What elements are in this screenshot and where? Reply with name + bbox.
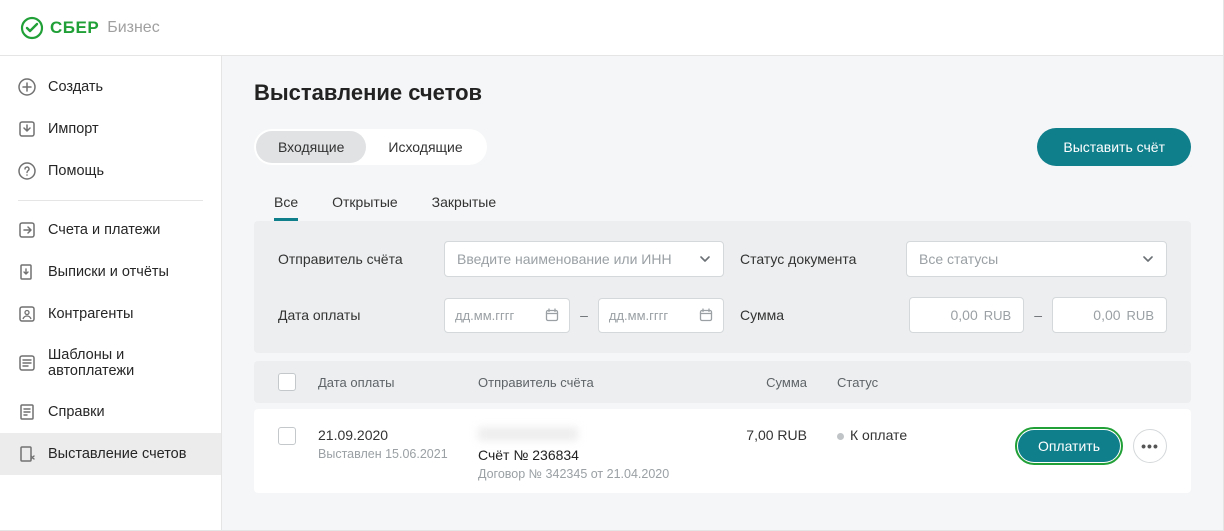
- sidebar-item-label: Выставление счетов: [48, 446, 186, 462]
- placeholder-text: 0,00: [1093, 307, 1120, 323]
- arrow-right-box-icon: [18, 221, 36, 239]
- column-sum: Сумма: [697, 375, 807, 390]
- table-row[interactable]: 21.09.2020 Выставлен 15.06.2021 Счёт № 2…: [254, 409, 1191, 493]
- date-from-input[interactable]: дд.мм.гггг: [444, 298, 570, 333]
- row-issued: Выставлен 15.06.2021: [318, 447, 458, 461]
- status-dot-icon: [837, 433, 844, 440]
- document-arrow-icon: [18, 263, 36, 281]
- date-to-input[interactable]: дд.мм.гггг: [598, 298, 724, 333]
- more-actions-button[interactable]: •••: [1133, 429, 1167, 463]
- pay-button-highlight: Оплатить: [1015, 427, 1123, 465]
- filter-amount-label: Сумма: [740, 307, 890, 323]
- toggle-incoming[interactable]: Входящие: [256, 131, 366, 163]
- sidebar-item-label: Шаблоны и автоплатежи: [48, 347, 203, 379]
- import-icon: [18, 120, 36, 138]
- calendar-icon: [545, 308, 559, 322]
- sidebar-item-label: Справки: [48, 404, 105, 420]
- row-contract: Договор № 342345 от 21.04.2020: [478, 467, 677, 481]
- status-tabs: Все Открытые Закрытые: [254, 174, 1191, 221]
- placeholder-text: дд.мм.гггг: [609, 308, 668, 323]
- sidebar-item-help[interactable]: Помощь: [0, 150, 221, 192]
- table-header: Дата оплаты Отправитель счёта Сумма Стат…: [254, 361, 1191, 403]
- direction-toggle: Входящие Исходящие: [254, 129, 487, 165]
- filter-paydate-range: дд.мм.гггг – дд.мм.гггг: [444, 298, 724, 333]
- range-separator: –: [580, 307, 588, 323]
- logo: СБЕР Бизнес: [20, 16, 160, 40]
- placeholder-text: 0,00: [951, 307, 978, 323]
- chevron-down-icon: [699, 253, 711, 265]
- ellipsis-icon: •••: [1141, 438, 1159, 454]
- sidebar-item-contractors[interactable]: Контрагенты: [0, 293, 221, 335]
- sidebar: Создать Импорт Помощь Счета и платежи Вы…: [0, 56, 222, 530]
- filter-status-label: Статус документа: [740, 251, 890, 267]
- select-all-checkbox[interactable]: [278, 373, 296, 391]
- toggle-outgoing[interactable]: Исходящие: [366, 131, 484, 163]
- issue-invoice-button[interactable]: Выставить счёт: [1037, 128, 1191, 166]
- page-title: Выставление счетов: [254, 80, 1191, 106]
- people-icon: [18, 305, 36, 323]
- sidebar-item-statements[interactable]: Выписки и отчёты: [0, 251, 221, 293]
- sber-logo-icon: [20, 16, 44, 40]
- tab-closed[interactable]: Закрытые: [432, 186, 496, 221]
- chevron-down-icon: [1142, 253, 1154, 265]
- row-invoice-number: Счёт № 236834: [478, 447, 677, 463]
- column-sender: Отправитель счёта: [478, 375, 677, 390]
- filter-amount-range: 0,00 RUB – 0,00 RUB: [906, 297, 1167, 333]
- tab-all[interactable]: Все: [274, 186, 298, 221]
- amount-to-input[interactable]: 0,00 RUB: [1052, 297, 1167, 333]
- logo-text-secondary: Бизнес: [107, 19, 160, 37]
- sidebar-item-accounts[interactable]: Счета и платежи: [0, 209, 221, 251]
- filter-status-select[interactable]: Все статусы: [906, 241, 1167, 277]
- filter-sender-select[interactable]: Введите наименование или ИНН: [444, 241, 724, 277]
- sidebar-item-create[interactable]: Создать: [0, 66, 221, 108]
- sidebar-item-label: Импорт: [48, 121, 99, 137]
- row-status: К оплате: [827, 427, 977, 443]
- filter-sender-label: Отправитель счёта: [278, 251, 428, 267]
- placeholder-text: Все статусы: [919, 251, 998, 267]
- row-checkbox[interactable]: [278, 427, 296, 445]
- filter-paydate-label: Дата оплаты: [278, 307, 428, 323]
- tab-open[interactable]: Открытые: [332, 186, 398, 221]
- currency-label: RUB: [1127, 308, 1154, 323]
- sidebar-item-label: Выписки и отчёты: [48, 264, 169, 280]
- logo-text-primary: СБЕР: [50, 18, 99, 38]
- range-separator: –: [1034, 307, 1042, 323]
- plus-circle-icon: [18, 78, 36, 96]
- sidebar-item-references[interactable]: Справки: [0, 391, 221, 433]
- sidebar-item-templates[interactable]: Шаблоны и автоплатежи: [0, 335, 221, 391]
- column-status: Статус: [827, 375, 977, 390]
- sidebar-item-label: Счета и платежи: [48, 222, 160, 238]
- row-date: 21.09.2020: [318, 427, 458, 443]
- template-icon: [18, 354, 36, 372]
- pay-button[interactable]: Оплатить: [1018, 430, 1120, 462]
- invoice-icon: [18, 445, 36, 463]
- main-content: Выставление счетов Входящие Исходящие Вы…: [222, 56, 1223, 530]
- placeholder-text: дд.мм.гггг: [455, 308, 514, 323]
- app-header: СБЕР Бизнес: [0, 0, 1223, 56]
- sidebar-item-label: Помощь: [48, 163, 104, 179]
- sidebar-item-label: Контрагенты: [48, 306, 133, 322]
- row-sender-name: [478, 427, 578, 441]
- sidebar-divider: [18, 200, 203, 201]
- sidebar-item-invoicing[interactable]: Выставление счетов: [0, 433, 221, 475]
- currency-label: RUB: [984, 308, 1011, 323]
- calendar-icon: [699, 308, 713, 322]
- placeholder-text: Введите наименование или ИНН: [457, 251, 672, 267]
- amount-from-input[interactable]: 0,00 RUB: [909, 297, 1024, 333]
- sidebar-item-import[interactable]: Импорт: [0, 108, 221, 150]
- sidebar-item-label: Создать: [48, 79, 103, 95]
- column-paydate: Дата оплаты: [318, 375, 458, 390]
- reference-icon: [18, 403, 36, 421]
- help-icon: [18, 162, 36, 180]
- filters-panel: Отправитель счёта Введите наименование и…: [254, 221, 1191, 353]
- row-sum: 7,00 RUB: [697, 427, 807, 443]
